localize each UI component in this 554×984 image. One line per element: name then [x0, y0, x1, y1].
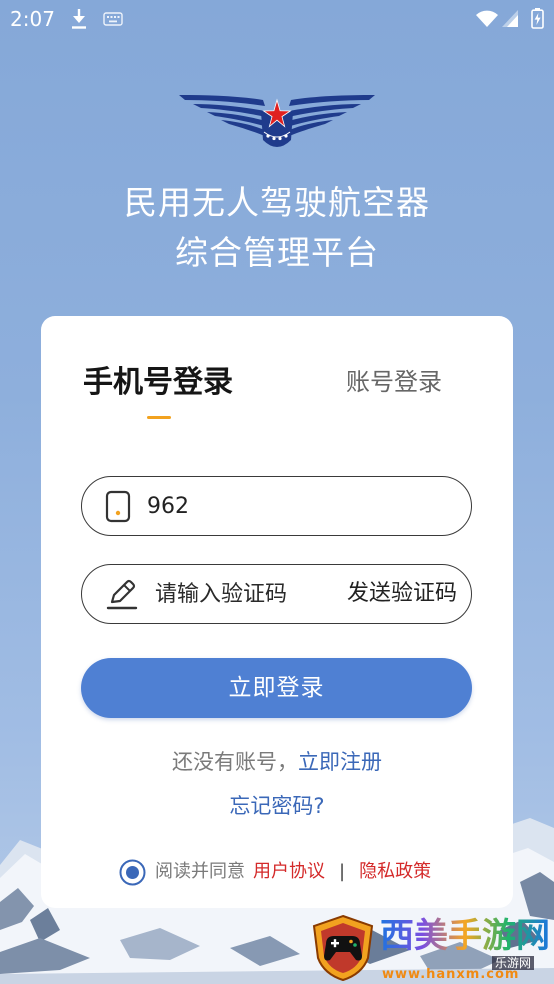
keyboard-icon — [103, 12, 123, 26]
wifi-icon — [476, 10, 498, 27]
verification-code-input[interactable] — [155, 565, 335, 623]
battery-icon — [531, 8, 544, 29]
wings-star-logo-icon — [179, 95, 375, 147]
agreement-row: 阅读并同意 用户协议 | 隐私政策 — [119, 858, 431, 886]
register-prompt-text: 还没有账号， — [172, 750, 298, 774]
signal-icon — [502, 10, 518, 27]
app-title: 民用无人驾驶航空器 综合管理平台 — [0, 178, 554, 278]
app-title-line1: 民用无人驾驶航空器 — [124, 183, 430, 222]
watermark-controller-logo-icon — [312, 914, 374, 982]
phone-number-input[interactable] — [147, 477, 447, 535]
login-button[interactable]: 立即登录 — [81, 658, 472, 718]
download-icon — [72, 9, 86, 29]
pen-icon — [106, 579, 138, 610]
forgot-password-link[interactable]: 忘记密码? — [41, 791, 513, 821]
status-time: 2:07 — [10, 7, 55, 31]
phone-icon — [105, 490, 131, 523]
status-bar: 2:07 — [0, 0, 554, 40]
login-card: 手机号登录 账号登录 发送验证码 立即登录 还没有账号，立即注册 忘记密码? 阅… — [41, 316, 513, 908]
agreement-prefix: 阅读并同意 — [155, 861, 245, 882]
user-agreement-link[interactable]: 用户协议 — [253, 858, 325, 886]
tab-account-login[interactable]: 账号登录 — [346, 365, 442, 399]
watermark-url: www.hanxm.com — [382, 967, 520, 982]
active-tab-indicator — [147, 416, 171, 419]
watermark-name: 西美手游网 — [380, 916, 550, 956]
verification-code-field[interactable]: 发送验证码 — [81, 564, 472, 624]
agreement-separator: | — [339, 861, 346, 882]
watermark: 西美手游网 乐游网 www.hanxm.com — [310, 912, 554, 982]
register-prompt-row: 还没有账号，立即注册 — [41, 747, 513, 777]
privacy-policy-link[interactable]: 隐私政策 — [359, 858, 431, 886]
tab-phone-login[interactable]: 手机号登录 — [83, 363, 233, 403]
phone-field[interactable] — [81, 476, 472, 536]
register-link[interactable]: 立即注册 — [298, 750, 382, 774]
agreement-radio[interactable] — [119, 859, 146, 886]
app-title-line2: 综合管理平台 — [175, 233, 379, 272]
send-code-button[interactable]: 发送验证码 — [347, 565, 457, 623]
